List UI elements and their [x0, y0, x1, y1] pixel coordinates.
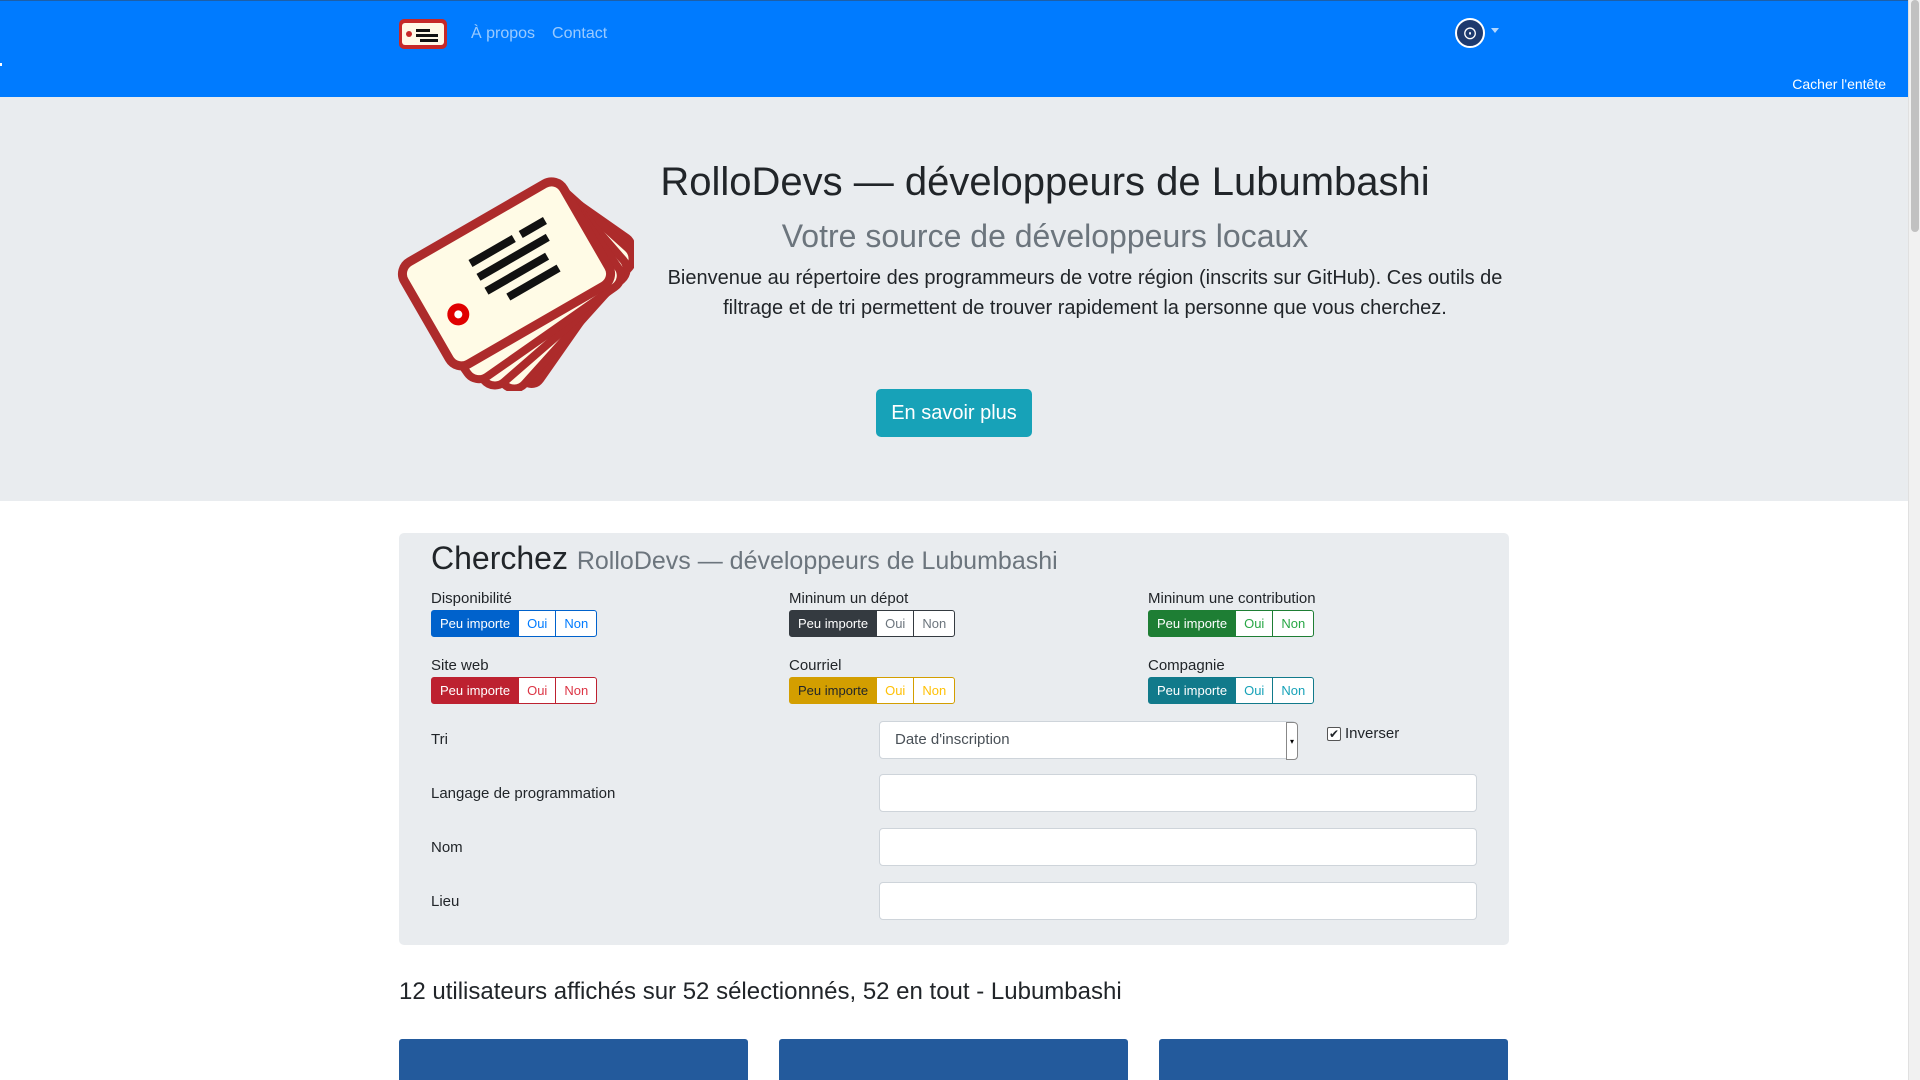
filter-company: Compagnie Peu importe Oui Non [1148, 657, 1315, 704]
name-input[interactable] [879, 828, 1477, 866]
invert-label: Inverser [1345, 725, 1400, 742]
language-label: Langage de programmation [431, 785, 616, 802]
results-summary: 12 utilisateurs affichés sur 52 sélectio… [399, 978, 1122, 1005]
page-scrollbar[interactable] [1908, 0, 1920, 1080]
chevron-down-icon [1491, 27, 1499, 33]
location-input[interactable] [879, 882, 1477, 920]
scrollbar-thumb[interactable] [1911, 0, 1919, 232]
email-toggle: Peu importe Oui Non [789, 677, 956, 704]
search-title: Cherchez RolloDevs — développeurs de Lub… [431, 540, 1058, 577]
filter-email: Courriel Peu importe Oui Non [789, 657, 956, 704]
option-yes[interactable]: Oui [876, 677, 915, 704]
filter-label: Site web [431, 657, 489, 674]
nav-inner: À propos Contact [399, 19, 624, 49]
search-heading: Cherchez [431, 540, 568, 576]
option-no[interactable]: Non [1272, 677, 1315, 704]
language-dropdown[interactable]: ⊙ [1455, 18, 1499, 48]
id-cards-stack-icon [397, 177, 634, 391]
option-no[interactable]: Non [555, 677, 598, 704]
option-any[interactable]: Peu importe [1148, 610, 1237, 637]
filter-label: Mininum une contribution [1148, 590, 1316, 607]
filter-min-repo: Mininum un dépot Peu importe Oui Non [789, 590, 956, 637]
sort-select-value: Date d'inscription [895, 731, 1010, 748]
user-card[interactable] [399, 1039, 748, 1080]
option-yes[interactable]: Oui [518, 610, 557, 637]
option-no[interactable]: Non [555, 610, 598, 637]
user-card[interactable] [1159, 1039, 1508, 1080]
page-subtitle: Votre source de développeurs locaux [781, 218, 1309, 254]
option-any[interactable]: Peu importe [789, 610, 878, 637]
sort-label: Tri [431, 731, 448, 748]
user-card[interactable] [779, 1039, 1128, 1080]
option-any[interactable]: Peu importe [789, 677, 878, 704]
nav-link-about[interactable]: À propos [471, 25, 535, 43]
name-label: Nom [431, 839, 463, 856]
option-yes[interactable]: Oui [876, 610, 915, 637]
option-no[interactable]: Non [913, 677, 956, 704]
option-any[interactable]: Peu importe [1148, 677, 1237, 704]
chevron-down-icon: ▾ [1286, 722, 1298, 760]
nav-link-contact[interactable]: Contact [552, 25, 607, 43]
option-yes[interactable]: Oui [1235, 677, 1274, 704]
filter-availability: Disponibilité Peu importe Oui Non [431, 590, 598, 637]
language-input[interactable] [879, 774, 1477, 812]
min-repo-toggle: Peu importe Oui Non [789, 610, 956, 637]
option-no[interactable]: Non [913, 610, 956, 637]
top-navbar: À propos Contact ⊙ Cacher l'entête [0, 0, 1908, 97]
globe-icon: ⊙ [1455, 18, 1485, 48]
location-label: Lieu [431, 893, 460, 910]
availability-toggle: Peu importe Oui Non [431, 610, 598, 637]
website-toggle: Peu importe Oui Non [431, 677, 598, 704]
filter-label: Compagnie [1148, 657, 1225, 674]
option-yes[interactable]: Oui [518, 677, 557, 704]
learn-more-button[interactable]: En savoir plus [876, 389, 1032, 437]
sort-select[interactable]: Date d'inscription ▾ [879, 721, 1298, 760]
option-yes[interactable]: Oui [1235, 610, 1274, 637]
search-panel: Cherchez RolloDevs — développeurs de Lub… [399, 533, 1509, 945]
filter-label: Mininum un dépot [789, 590, 909, 607]
filter-label: Disponibilité [431, 590, 512, 607]
option-any[interactable]: Peu importe [431, 677, 520, 704]
min-contribution-toggle: Peu importe Oui Non [1148, 610, 1316, 637]
edge-mark [0, 63, 2, 66]
page-title: RolloDevs — développeurs de Lubumbashi [660, 160, 1430, 204]
invert-checkbox-wrap[interactable]: ✔ Inverser [1327, 725, 1399, 742]
option-no[interactable]: Non [1272, 610, 1315, 637]
hide-header-link[interactable]: Cacher l'entête [1792, 76, 1886, 92]
company-toggle: Peu importe Oui Non [1148, 677, 1315, 704]
id-card-logo-icon[interactable] [399, 19, 447, 49]
option-any[interactable]: Peu importe [431, 610, 520, 637]
intro-paragraph: Bienvenue au répertoire des programmeurs… [667, 267, 1503, 319]
filter-min-contribution: Mininum une contribution Peu importe Oui N… [1148, 590, 1316, 637]
search-heading-site: RolloDevs — développeurs de Lubumbashi [576, 547, 1058, 575]
filter-website: Site web Peu importe Oui Non [431, 657, 598, 704]
invert-checkbox[interactable]: ✔ [1327, 726, 1341, 741]
filter-label: Courriel [789, 657, 842, 674]
